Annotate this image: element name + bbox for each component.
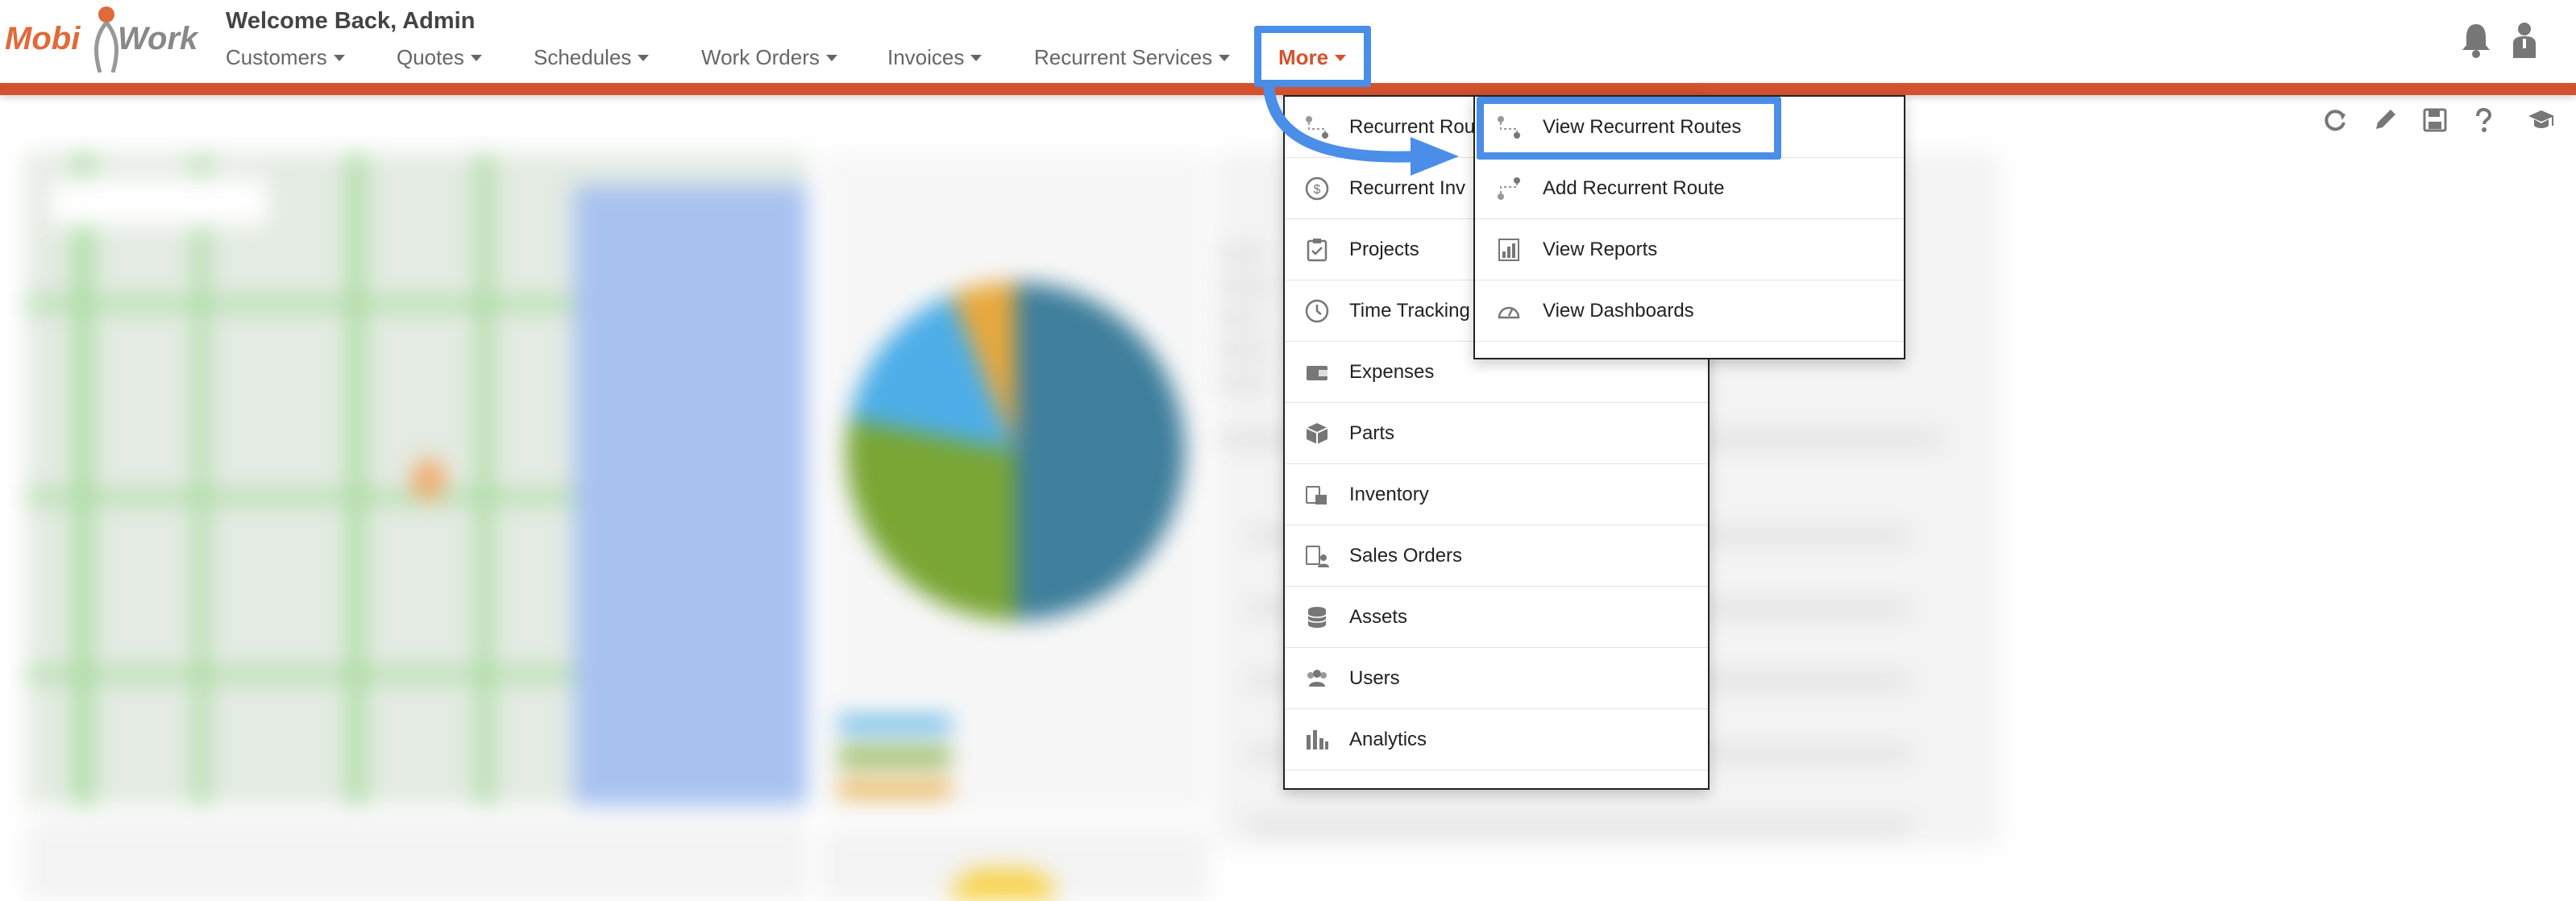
cube-icon <box>1306 422 1328 444</box>
users-icon <box>1307 669 1327 687</box>
nav-schedules[interactable]: Schedules <box>534 45 650 70</box>
nav-label: Recurrent Services <box>1034 45 1213 69</box>
submenu-item-view-dashboards[interactable]: View Dashboards <box>1475 280 1904 342</box>
pencil-icon[interactable] <box>2371 106 2399 134</box>
dashboard-gauge-icon <box>1498 306 1520 318</box>
boxes-icon <box>1306 485 1327 504</box>
menu-item-label: Assets <box>1349 605 1408 628</box>
user-icon[interactable] <box>2508 21 2541 58</box>
refresh-icon[interactable] <box>2321 106 2349 134</box>
submenu-item-label: Add Recurrent Route <box>1543 176 1725 199</box>
menu-item-label: Time Tracking <box>1349 299 1470 322</box>
nav-label: Quotes <box>397 45 464 69</box>
clock-icon <box>1305 299 1329 322</box>
bell-icon[interactable] <box>2460 21 2492 58</box>
more-highlight-box <box>1254 26 1371 87</box>
nav-customers[interactable]: Customers <box>226 45 345 70</box>
menu-item-assets[interactable]: Assets <box>1285 587 1708 648</box>
sales-order-icon <box>1306 545 1329 567</box>
caret-down-icon <box>825 54 837 61</box>
menu-item-label: Parts <box>1349 421 1395 444</box>
caret-down-icon <box>1219 54 1231 61</box>
submenu-item-view-reports[interactable]: View Reports <box>1475 219 1904 280</box>
caret-down-icon <box>970 54 983 61</box>
view-recurrent-routes-highlight-box <box>1477 97 1781 160</box>
submenu-item-label: View Dashboards <box>1543 299 1694 322</box>
report-icon <box>1498 238 1519 261</box>
menu-item-label: Projects <box>1349 238 1419 260</box>
annotation-arrow <box>1263 81 1459 176</box>
submenu-item-label: View Reports <box>1543 238 1658 260</box>
help-icon[interactable] <box>2470 106 2497 134</box>
graduation-cap-icon[interactable] <box>2528 106 2555 134</box>
nav-label: Invoices <box>887 45 965 69</box>
caret-down-icon <box>470 54 482 61</box>
coins-icon <box>1307 606 1327 628</box>
nav-quotes[interactable]: Quotes <box>397 45 482 70</box>
nav-label: Schedules <box>534 45 632 69</box>
wallet-icon <box>1307 365 1327 380</box>
mobiwork-logo[interactable]: Mobi Work <box>5 5 198 73</box>
save-icon[interactable] <box>2421 106 2449 134</box>
menu-item-label: Inventory <box>1349 483 1429 505</box>
welcome-message: Welcome Back, Admin <box>226 8 476 34</box>
map-panel <box>26 153 808 806</box>
nav-label: Work Orders <box>701 45 820 69</box>
route-add-icon <box>1498 176 1520 200</box>
menu-item-users[interactable]: Users <box>1285 648 1708 709</box>
menu-item-label: Analytics <box>1349 728 1427 750</box>
nav-work-orders[interactable]: Work Orders <box>701 45 837 70</box>
menu-item-inventory[interactable]: Inventory <box>1285 464 1708 525</box>
menu-item-sales-orders[interactable]: Sales Orders <box>1285 525 1708 587</box>
clipboard-check-icon <box>1307 238 1327 261</box>
nav-label: Customers <box>226 45 327 69</box>
menu-item-parts[interactable]: Parts <box>1285 403 1708 464</box>
menu-item-analytics[interactable]: Analytics <box>1285 709 1708 770</box>
nav-recurrent-services[interactable]: Recurrent Services <box>1034 45 1231 70</box>
logo-text-left: Mobi <box>5 21 81 56</box>
logo-text-right: Work <box>118 21 198 56</box>
nav-invoices[interactable]: Invoices <box>887 45 983 70</box>
submenu-item-add-recurrent-route[interactable]: Add Recurrent Route <box>1475 158 1904 219</box>
pie-chart-panel <box>822 153 1209 814</box>
caret-down-icon <box>333 54 345 61</box>
menu-item-label: Sales Orders <box>1349 544 1463 567</box>
menu-item-label: Users <box>1349 666 1400 689</box>
menu-item-label: Expenses <box>1349 360 1435 383</box>
bar-chart-icon <box>1307 729 1328 749</box>
caret-down-icon <box>638 54 650 61</box>
